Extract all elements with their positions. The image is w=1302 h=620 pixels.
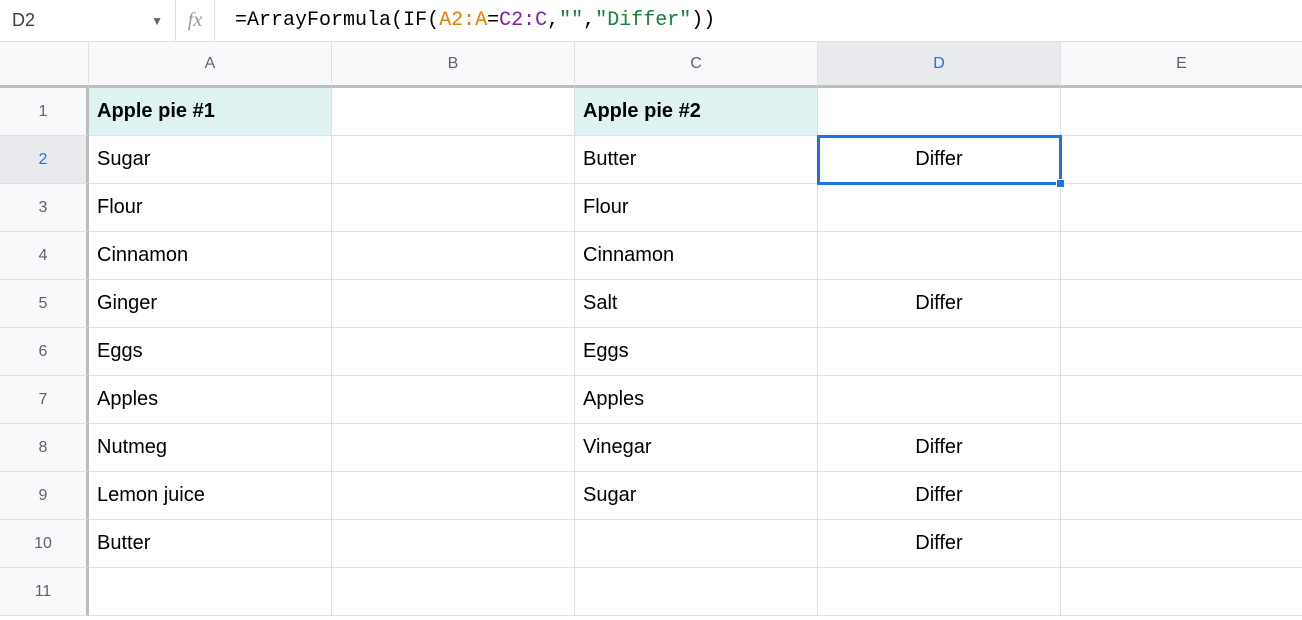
- cell-E5[interactable]: [1061, 280, 1302, 328]
- row-header-9[interactable]: 9: [0, 472, 89, 520]
- cell-A7[interactable]: Apples: [89, 376, 332, 424]
- cell-D8[interactable]: Differ: [818, 424, 1061, 472]
- cell-C6[interactable]: Eggs: [575, 328, 818, 376]
- table-row: Apples Apples: [89, 376, 1302, 424]
- table-row: Nutmeg VinegarDiffer: [89, 424, 1302, 472]
- table-row: Lemon juice SugarDiffer: [89, 472, 1302, 520]
- row-header-7[interactable]: 7: [0, 376, 89, 424]
- table-row: Flour Flour: [89, 184, 1302, 232]
- cell-B6[interactable]: [332, 328, 575, 376]
- chevron-down-icon[interactable]: ▼: [151, 14, 163, 28]
- cell-C9[interactable]: Sugar: [575, 472, 818, 520]
- cell-D3[interactable]: [818, 184, 1061, 232]
- cell-B2[interactable]: [332, 136, 575, 184]
- cell-C11[interactable]: [575, 568, 818, 616]
- table-row: Eggs Eggs: [89, 328, 1302, 376]
- row-header-4[interactable]: 4: [0, 232, 89, 280]
- cell-E9[interactable]: [1061, 472, 1302, 520]
- cell-D9[interactable]: Differ: [818, 472, 1061, 520]
- cell-B3[interactable]: [332, 184, 575, 232]
- row-header-8[interactable]: 8: [0, 424, 89, 472]
- select-all-corner[interactable]: [0, 42, 89, 88]
- row-header-2[interactable]: 2: [0, 136, 89, 184]
- cell-C10[interactable]: [575, 520, 818, 568]
- cell-E8[interactable]: [1061, 424, 1302, 472]
- name-box[interactable]: D2 ▼: [0, 0, 175, 41]
- table-row: Apple pie #1 Apple pie #2: [89, 88, 1302, 136]
- table-row: Butter Differ: [89, 520, 1302, 568]
- cell-D2[interactable]: Differ: [818, 136, 1061, 184]
- selection-fill-handle[interactable]: [1056, 179, 1065, 188]
- cell-E3[interactable]: [1061, 184, 1302, 232]
- cell-C3[interactable]: Flour: [575, 184, 818, 232]
- row-header-6[interactable]: 6: [0, 328, 89, 376]
- cell-D4[interactable]: [818, 232, 1061, 280]
- cell-B10[interactable]: [332, 520, 575, 568]
- cell-A3[interactable]: Flour: [89, 184, 332, 232]
- cell-C8[interactable]: Vinegar: [575, 424, 818, 472]
- table-row: Ginger SaltDiffer: [89, 280, 1302, 328]
- row-header-10[interactable]: 10: [0, 520, 89, 568]
- row-header-1[interactable]: 1: [0, 88, 89, 136]
- cell-C4[interactable]: Cinnamon: [575, 232, 818, 280]
- cell-B9[interactable]: [332, 472, 575, 520]
- row-header-3[interactable]: 3: [0, 184, 89, 232]
- cell-E2[interactable]: [1061, 136, 1302, 184]
- cell-A11[interactable]: [89, 568, 332, 616]
- cell-D5[interactable]: Differ: [818, 280, 1061, 328]
- cell-A10[interactable]: Butter: [89, 520, 332, 568]
- fx-icon: fx: [175, 0, 215, 41]
- cell-C1[interactable]: Apple pie #2: [575, 88, 818, 136]
- row-header-5[interactable]: 5: [0, 280, 89, 328]
- cell-E4[interactable]: [1061, 232, 1302, 280]
- cell-B11[interactable]: [332, 568, 575, 616]
- cell-E7[interactable]: [1061, 376, 1302, 424]
- cell-C2[interactable]: Butter: [575, 136, 818, 184]
- name-box-value: D2: [12, 10, 35, 31]
- cell-B1[interactable]: [332, 88, 575, 136]
- cell-B8[interactable]: [332, 424, 575, 472]
- row-header-11[interactable]: 11: [0, 568, 89, 616]
- formula-bar: D2 ▼ fx =ArrayFormula(IF(A2:A=C2:C,"","D…: [0, 0, 1302, 42]
- cell-C7[interactable]: Apples: [575, 376, 818, 424]
- col-header-d[interactable]: D: [818, 42, 1061, 88]
- cell-D6[interactable]: [818, 328, 1061, 376]
- spreadsheet-grid: ABCDE 1234567891011 Apple pie #1Apple pi…: [0, 42, 1302, 620]
- cell-A6[interactable]: Eggs: [89, 328, 332, 376]
- table-row: [89, 568, 1302, 616]
- cell-E6[interactable]: [1061, 328, 1302, 376]
- formula-input[interactable]: =ArrayFormula(IF(A2:A=C2:C,"","Differ")): [215, 0, 1302, 41]
- cell-D11[interactable]: [818, 568, 1061, 616]
- cell-E10[interactable]: [1061, 520, 1302, 568]
- col-header-a[interactable]: A: [89, 42, 332, 88]
- cell-A2[interactable]: Sugar: [89, 136, 332, 184]
- cell-B7[interactable]: [332, 376, 575, 424]
- cell-A1[interactable]: Apple pie #1: [89, 88, 332, 136]
- cell-E1[interactable]: [1061, 88, 1302, 136]
- table-row: Sugar ButterDiffer: [89, 136, 1302, 184]
- cell-A8[interactable]: Nutmeg: [89, 424, 332, 472]
- col-header-e[interactable]: E: [1061, 42, 1302, 88]
- cell-E11[interactable]: [1061, 568, 1302, 616]
- cell-D1[interactable]: [818, 88, 1061, 136]
- cell-B5[interactable]: [332, 280, 575, 328]
- col-header-b[interactable]: B: [332, 42, 575, 88]
- cell-A9[interactable]: Lemon juice: [89, 472, 332, 520]
- cell-A4[interactable]: Cinnamon: [89, 232, 332, 280]
- col-header-c[interactable]: C: [575, 42, 818, 88]
- cell-C5[interactable]: Salt: [575, 280, 818, 328]
- cell-B4[interactable]: [332, 232, 575, 280]
- cell-A5[interactable]: Ginger: [89, 280, 332, 328]
- cell-D10[interactable]: Differ: [818, 520, 1061, 568]
- table-row: Cinnamon Cinnamon: [89, 232, 1302, 280]
- cell-D7[interactable]: [818, 376, 1061, 424]
